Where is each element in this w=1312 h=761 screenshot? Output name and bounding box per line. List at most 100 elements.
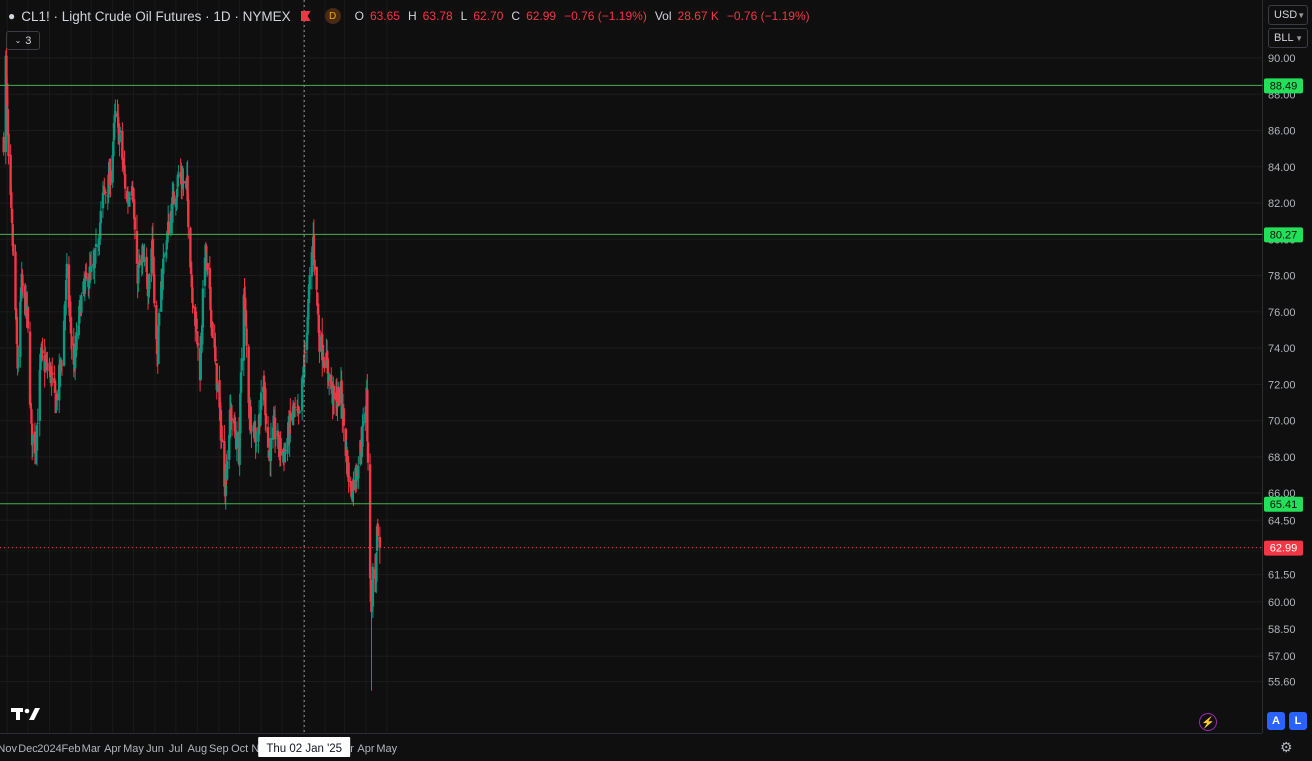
candle-body (7, 133, 10, 157)
candle-body (326, 358, 329, 374)
time-tick-label: Jun (146, 743, 164, 755)
high-value: 63.78 (422, 9, 453, 23)
candle-body (313, 259, 316, 270)
time-tick-label: Dec (18, 743, 38, 755)
symbol-header: ● CL1! · Light Crude Oil Futures · 1D · … (8, 6, 812, 26)
candle-body (357, 465, 360, 479)
candle-body (17, 356, 20, 369)
time-tick-label: Aug (188, 743, 208, 755)
tradingview-logo[interactable] (11, 706, 41, 727)
crosshair-date-label: Thu 02 Jan '25 (266, 743, 342, 755)
volume-value: 28.67 K (677, 9, 719, 23)
candle-body (352, 480, 355, 491)
candle-body (114, 111, 117, 118)
symbol-title[interactable]: CL1! · Light Crude Oil Futures · 1D · NY… (21, 9, 290, 24)
candle-body (264, 413, 268, 425)
low-value: 62.70 (473, 9, 504, 23)
candle-body (239, 372, 243, 393)
candle-body (177, 174, 180, 176)
candle-body (214, 359, 218, 361)
candle-body (368, 464, 372, 579)
candle-body (289, 411, 292, 420)
candle-body (14, 251, 17, 311)
candle-body (235, 432, 239, 448)
last-price-label: 62.99 (1270, 543, 1298, 555)
candle-body (187, 199, 190, 228)
currency-button[interactable]: USD ▼ (1268, 5, 1308, 25)
close-value: 62.99 (526, 9, 557, 23)
price-tick-label: 82.00 (1268, 198, 1296, 210)
change-value: −0.76 (−1.19%) (564, 9, 647, 23)
candle-body (315, 266, 318, 290)
candle-body (201, 288, 205, 328)
candle-body (269, 438, 273, 462)
price-tick-label: 55.60 (1268, 677, 1296, 689)
candle-body (172, 191, 175, 205)
candle-body (94, 244, 98, 247)
candle-body (255, 444, 258, 446)
candle-body (167, 221, 171, 236)
candle-body (378, 536, 382, 548)
drop-icon: ● (8, 9, 16, 23)
low-label: L (460, 9, 468, 23)
candle-body (138, 259, 141, 266)
candle-body (206, 262, 209, 270)
price-tick-label: 76.00 (1268, 307, 1296, 319)
level-price-label: 65.41 (1270, 499, 1298, 511)
flag-icon[interactable] (300, 11, 311, 21)
gear-icon[interactable]: ⚙ (1280, 739, 1293, 756)
candle-body (21, 283, 25, 285)
candle-body (104, 192, 107, 194)
candle-body (293, 406, 297, 408)
price-tick-label: 86.00 (1268, 126, 1296, 138)
candle-body (361, 425, 364, 447)
log-scale-button[interactable]: L (1289, 712, 1307, 730)
candle-body (103, 186, 106, 189)
unit-label: BLL (1274, 32, 1294, 44)
level-price-label: 88.49 (1270, 80, 1298, 92)
candle-body (347, 462, 350, 482)
currency-label: USD (1274, 9, 1298, 21)
auto-scale-button[interactable]: A (1267, 712, 1285, 730)
volume-change-value: −0.76 (−1.19%) (726, 9, 810, 23)
candle-body (55, 393, 59, 400)
candle-body (6, 108, 10, 136)
price-tick-label: 58.50 (1268, 624, 1296, 636)
candle-body (225, 460, 229, 480)
candle-body (10, 192, 13, 209)
candle-body (196, 343, 200, 346)
unit-button[interactable]: BLL ▼ (1268, 28, 1308, 48)
price-chart[interactable]: 90.0088.0086.0084.0082.0080.0078.0076.00… (0, 0, 1312, 761)
time-tick-label: Apr (357, 743, 374, 755)
candle-body (99, 211, 103, 224)
candle-body (312, 234, 316, 258)
candle-body (35, 425, 39, 451)
candle-body (123, 174, 127, 189)
market-status-badge[interactable]: D (324, 8, 341, 24)
candle-body (151, 238, 155, 258)
high-label: H (407, 9, 417, 23)
candle-body (85, 272, 88, 278)
chevron-down-icon: ⌄ (14, 36, 22, 45)
price-tick-label: 57.00 (1268, 651, 1296, 663)
candle-body (2, 136, 5, 153)
time-tick-label: Feb (62, 743, 81, 755)
candle-body (26, 307, 30, 329)
time-tick-label: Nov (0, 743, 17, 755)
candle-body (182, 180, 185, 184)
candle-body (211, 322, 214, 338)
price-tick-label: 90.00 (1268, 53, 1296, 65)
candle-body (189, 227, 192, 268)
time-tick-label: Jul (169, 743, 183, 755)
candle-body (128, 197, 132, 200)
candle-body (89, 265, 93, 272)
close-label: C (511, 9, 521, 23)
candle-body (323, 360, 326, 369)
candle-body (245, 328, 248, 346)
candle-body (30, 409, 33, 424)
lightning-icon[interactable]: ⚡ (1199, 713, 1217, 731)
time-tick-label: Apr (104, 743, 121, 755)
indicators-toggle-button[interactable]: ⌄ 3 (6, 31, 40, 50)
candle-body (65, 263, 69, 279)
candle-body (31, 434, 35, 443)
